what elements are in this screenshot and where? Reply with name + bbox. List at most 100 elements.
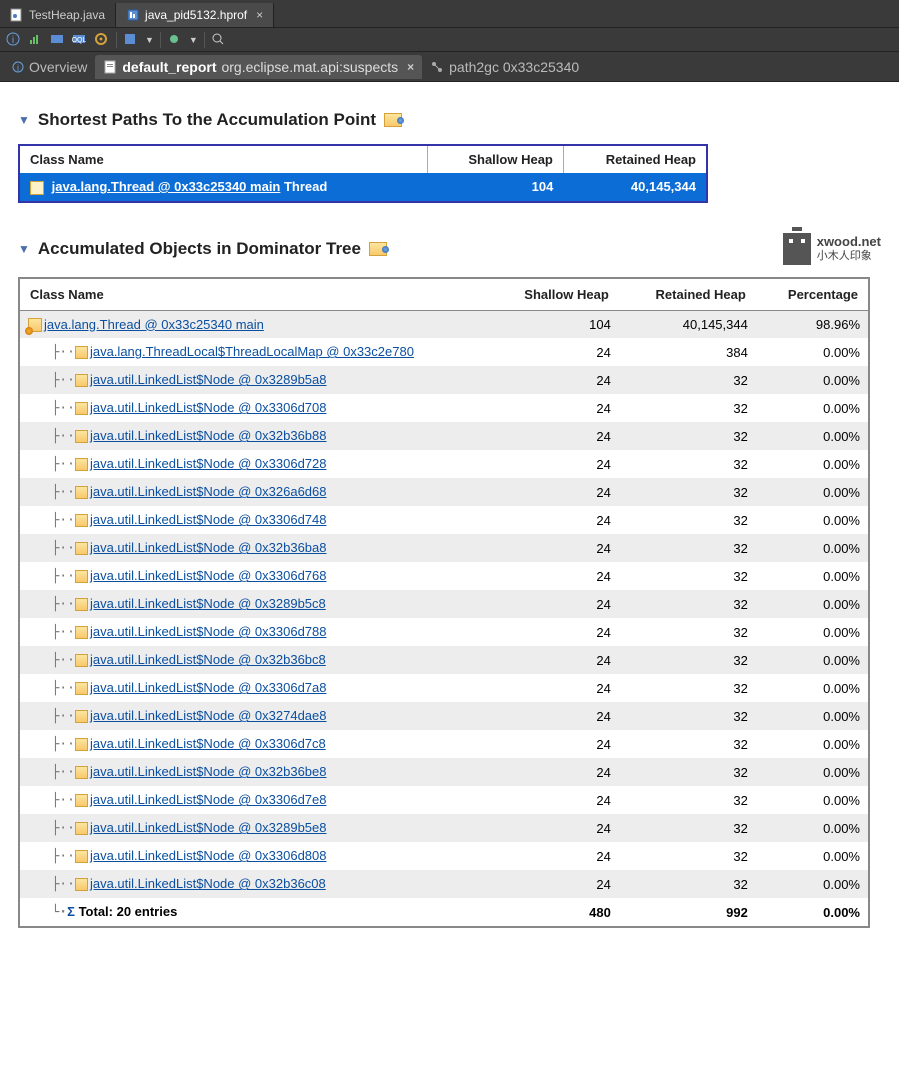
table-row[interactable]: ├··java.util.LinkedList$Node @ 0x326a6d6… [19,478,869,506]
section-header-accumulated[interactable]: ▼ Accumulated Objects in Dominator Tree [18,239,387,259]
search-icon[interactable] [211,32,227,48]
table-row[interactable]: ├··java.util.LinkedList$Node @ 0x3306d7c… [19,730,869,758]
percentage-value: 0.00% [756,674,869,702]
object-link[interactable]: java.util.LinkedList$Node @ 0x3306d708 [90,400,327,415]
tree-branch-icon: ├·· [28,765,75,780]
object-link[interactable]: java.util.LinkedList$Node @ 0x3274dae8 [90,708,327,723]
table-row[interactable]: └·Σ Total: 20 entries4809920.00% [19,898,869,927]
close-icon[interactable]: × [256,8,263,22]
object-link[interactable]: java.util.LinkedList$Node @ 0x32b36c08 [90,876,326,891]
class-name-cell: ├·· java.util.LinkedList$Node @ 0x3274dae… [19,702,489,730]
object-link[interactable]: java.lang.Thread @ 0x33c25340 main [44,317,264,332]
object-link[interactable]: java.lang.Thread @ 0x33c25340 main [52,179,281,194]
tree-branch-icon: ├·· [28,709,75,724]
object-link[interactable]: java.util.LinkedList$Node @ 0x3306d7c8 [90,736,326,751]
object-link[interactable]: java.util.LinkedList$Node @ 0x3289b5a8 [90,372,327,387]
dropdown-arrow-icon[interactable]: ▼ [145,35,154,45]
dropdown-arrow-icon[interactable]: ▼ [189,35,198,45]
table-row[interactable]: ├··java.util.LinkedList$Node @ 0x32b36ba… [19,534,869,562]
info-icon[interactable]: i [6,32,22,48]
table-row[interactable]: ├··java.util.LinkedList$Node @ 0x3306d76… [19,562,869,590]
robot-icon [783,233,811,265]
tab-hprof[interactable]: java_pid5132.hprof × [116,3,274,27]
twisty-down-icon[interactable]: ▼ [18,242,30,256]
table-row[interactable]: ├·· java.util.LinkedList$Node @ 0x3274dae… [19,702,869,730]
object-link[interactable]: java.util.LinkedList$Node @ 0x3289b5e8 [90,820,327,835]
tree-branch-icon: ├·· [28,401,75,416]
query-icon[interactable] [167,32,183,48]
svg-text:OQL: OQL [72,37,86,44]
shallow-heap-value: 24 [489,842,619,870]
table-row[interactable]: ├··java.util.LinkedList$Node @ 0x32b36c0… [19,870,869,898]
object-link[interactable]: java.util.LinkedList$Node @ 0x32b36b88 [90,428,327,443]
object-link[interactable]: java.lang.ThreadLocal$ThreadLocalMap @ 0… [90,344,414,359]
table-row[interactable]: ├·· java.util.LinkedList$Node @ 0x3306d7e… [19,786,869,814]
table-row[interactable]: ├··java.util.LinkedList$Node @ 0x3306d72… [19,450,869,478]
col-retained-heap: Retained Heap [619,278,756,311]
table-row[interactable]: java.lang.Thread @ 0x33c25340 main10440,… [19,310,869,338]
object-link[interactable]: java.util.LinkedList$Node @ 0x3306d728 [90,456,327,471]
object-link[interactable]: java.util.LinkedList$Node @ 0x3306d768 [90,568,327,583]
close-icon[interactable]: × [407,60,414,74]
object-link[interactable]: java.util.LinkedList$Node @ 0x3306d808 [90,848,327,863]
object-link[interactable]: java.util.LinkedList$Node @ 0x3306d748 [90,512,327,527]
table-row[interactable]: ├·· java.util.LinkedList$Node @ 0x3306d70… [19,394,869,422]
object-link[interactable]: java.util.LinkedList$Node @ 0x3306d7a8 [90,680,327,695]
tab-overview[interactable]: i Overview [4,55,95,79]
report-section-icon [369,242,387,256]
object-link[interactable]: java.util.LinkedList$Node @ 0x32b36bc8 [90,652,326,667]
object-icon [75,850,88,863]
object-link[interactable]: java.util.LinkedList$Node @ 0x326a6d68 [90,484,327,499]
table-row[interactable]: ├··java.util.LinkedList$Node @ 0x3306d78… [19,618,869,646]
watermark-line1: xwood.net [817,234,881,250]
shallow-heap-value: 24 [489,814,619,842]
report-icon[interactable] [123,32,139,48]
twisty-down-icon[interactable]: ▼ [18,113,30,127]
oql-icon[interactable]: OQL [72,32,88,48]
tree-branch-icon: ├·· [28,373,75,388]
table-row[interactable]: ├··java.util.LinkedList$Node @ 0x3289b5e… [19,814,869,842]
section-title: Shortest Paths To the Accumulation Point [38,110,376,130]
object-icon [75,710,88,723]
object-link[interactable]: java.util.LinkedList$Node @ 0x3306d7e8 [90,792,327,807]
retained-heap-value: 32 [619,702,756,730]
table-row[interactable]: ├··java.util.LinkedList$Node @ 0x32b36bc… [19,646,869,674]
object-link[interactable]: java.util.LinkedList$Node @ 0x32b36ba8 [90,540,327,555]
section-header-shortest-paths[interactable]: ▼ Shortest Paths To the Accumulation Poi… [18,110,881,130]
object-icon [75,766,88,779]
class-name-cell: ├··java.util.LinkedList$Node @ 0x32b36bc… [19,646,489,674]
retained-heap-value: 32 [619,786,756,814]
retained-heap-value: 32 [619,590,756,618]
object-link[interactable]: java.util.LinkedList$Node @ 0x3289b5c8 [90,596,326,611]
object-icon [75,822,88,835]
shallow-heap-value: 24 [489,506,619,534]
gear-icon[interactable] [94,32,110,48]
table-row[interactable]: ├··java.util.LinkedList$Node @ 0x3306d74… [19,506,869,534]
tab-default-report[interactable]: default_report org.eclipse.mat.api:suspe… [95,55,422,79]
tree-branch-icon: ├·· [28,793,75,808]
percentage-value: 0.00% [756,534,869,562]
watermark-text: xwood.net 小木人印象 [817,234,881,263]
tab-label-rest: org.eclipse.mat.api:suspects [221,59,398,75]
percentage-value: 0.00% [756,814,869,842]
tab-testheap[interactable]: TestHeap.java [0,3,116,27]
table-row-selected[interactable]: java.lang.Thread @ 0x33c25340 main Threa… [19,173,707,202]
col-class-name: Class Name [19,145,428,173]
class-name-cell: ├··java.util.LinkedList$Node @ 0x3306d72… [19,450,489,478]
retained-heap-value: 32 [619,478,756,506]
object-link[interactable]: java.util.LinkedList$Node @ 0x3306d788 [90,624,327,639]
histogram-icon[interactable] [28,32,44,48]
table-row[interactable]: ├··java.util.LinkedList$Node @ 0x3306d80… [19,842,869,870]
table-row[interactable]: ├··java.lang.ThreadLocal$ThreadLocalMap … [19,338,869,366]
tree-icon[interactable] [50,32,66,48]
table-row[interactable]: ├·· java.util.LinkedList$Node @ 0x32b36be… [19,758,869,786]
table-row[interactable]: ├·· java.util.LinkedList$Node @ 0x3289b5a… [19,366,869,394]
shallow-heap-value: 24 [489,702,619,730]
editor-tabbar: TestHeap.java java_pid5132.hprof × [0,0,899,28]
object-link[interactable]: java.util.LinkedList$Node @ 0x32b36be8 [90,764,327,779]
table-row[interactable]: ├··java.util.LinkedList$Node @ 0x3306d7a… [19,674,869,702]
table-row[interactable]: ├··java.util.LinkedList$Node @ 0x32b36b8… [19,422,869,450]
table-row[interactable]: ├··java.util.LinkedList$Node @ 0x3289b5c… [19,590,869,618]
shallow-heap-value: 24 [489,590,619,618]
tab-path2gc[interactable]: path2gc 0x33c25340 [422,55,587,79]
